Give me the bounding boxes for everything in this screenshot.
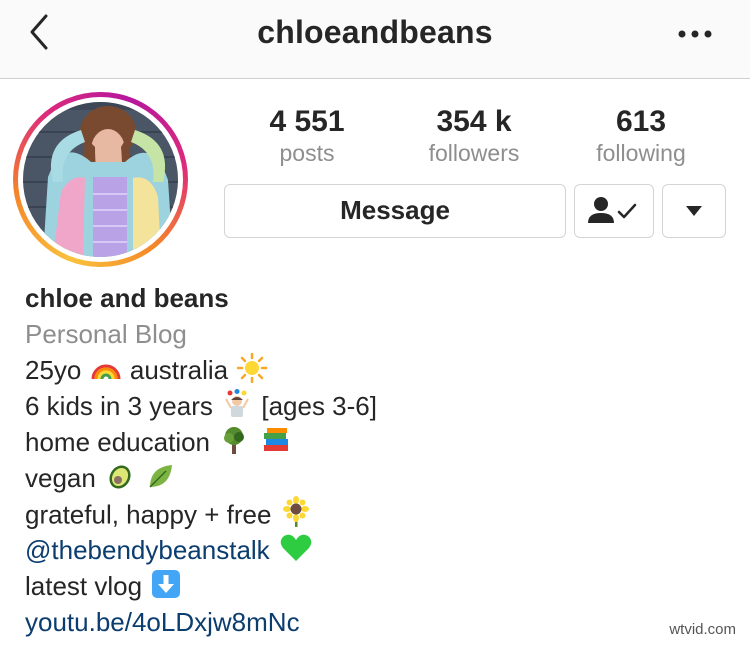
bio-line: home education [25,424,377,460]
suggested-accounts-dropdown[interactable] [662,184,726,238]
rainbow-icon [91,354,121,390]
following-status-button[interactable] [574,184,654,238]
posts-label: posts [279,140,335,166]
bio-line: grateful, happy + free [25,496,377,532]
green-heart-icon [279,533,313,572]
bio-line: latest vlog [25,568,377,604]
more-options-button[interactable] [670,14,720,54]
top-navigation-bar: chloeandbeans [0,0,750,79]
avocado-icon [105,461,135,500]
sunflower-icon [281,496,311,537]
followers-count: 354 k [436,105,512,138]
page-title: chloeandbeans [257,14,493,50]
bio-line: vegan [25,460,377,496]
avatar[interactable] [23,102,178,257]
following-label: following [596,140,686,166]
profile-bio: chloe and beans Personal Blog 25yo austr… [25,280,377,640]
bio-line: @thebendybeanstalk [25,532,377,568]
tree-icon [219,425,249,464]
leaf-icon [146,461,176,500]
bio-line: 25yo australia [25,352,377,388]
watermark: wtvid.com [669,621,736,638]
posts-count: 4 551 [269,105,345,138]
baby-juggling-icon [222,388,252,428]
stat-following[interactable]: 613 following [566,104,716,166]
books-icon [261,425,291,464]
external-link[interactable]: youtu.be/4oLDxjw8mNc [25,607,300,637]
stat-posts[interactable]: 4 551 posts [232,104,382,166]
profile-category: Personal Blog [25,319,187,349]
message-button[interactable]: Message [224,184,566,238]
sun-icon [237,352,268,392]
bio-line: 6 kids in 3 years [ages 3-6] [25,388,377,424]
following-count: 613 [615,105,667,138]
caret-down-icon [686,206,702,216]
more-dots-icon [678,30,712,38]
profile-photo [23,102,178,257]
stat-followers[interactable]: 354 k followers [399,104,549,166]
followers-label: followers [428,140,520,166]
story-ring[interactable] [13,92,188,267]
profile-name: chloe and beans [25,283,229,313]
mention-link[interactable]: @thebendybeanstalk [25,535,270,565]
down-arrow-icon [151,569,181,608]
person-check-icon [588,197,637,223]
